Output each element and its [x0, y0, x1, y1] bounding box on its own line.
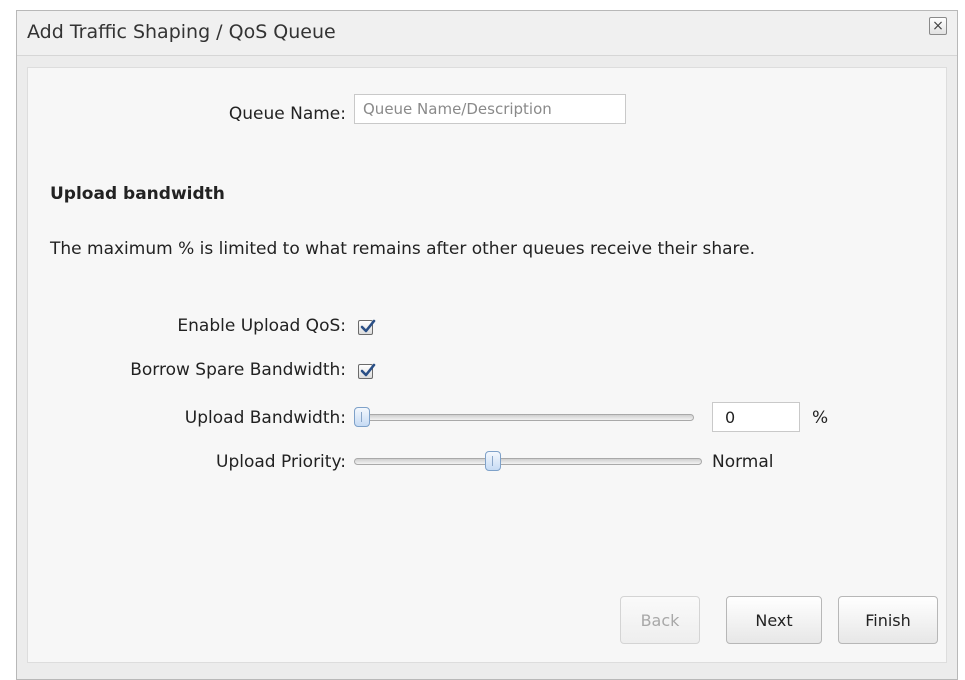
upload-priority-value: Normal	[712, 452, 774, 472]
queue-name-input[interactable]	[354, 94, 626, 124]
upload-priority-slider-handle[interactable]	[485, 451, 501, 471]
upload-priority-slider[interactable]	[354, 458, 702, 465]
upload-bandwidth-slider[interactable]	[354, 414, 694, 421]
checkmark-icon	[360, 363, 376, 377]
upload-bandwidth-slider-handle[interactable]	[354, 407, 370, 427]
next-button[interactable]: Next	[726, 596, 822, 644]
enable-upload-qos-checkbox[interactable]	[358, 319, 376, 335]
checkmark-icon	[360, 319, 376, 333]
qos-queue-dialog: Add Traffic Shaping / QoS Queue × Queue …	[16, 10, 958, 680]
back-button[interactable]: Back	[620, 596, 700, 644]
upload-bandwidth-label: Upload Bandwidth:	[184, 408, 346, 428]
close-icon[interactable]: ×	[929, 17, 947, 35]
percent-unit: %	[812, 408, 829, 428]
upload-bandwidth-input[interactable]	[712, 402, 800, 432]
queue-name-label: Queue Name:	[228, 104, 346, 124]
borrow-spare-bandwidth-checkbox[interactable]	[358, 363, 376, 379]
dialog-titlebar: Add Traffic Shaping / QoS Queue ×	[17, 11, 957, 56]
upload-priority-label: Upload Priority:	[216, 452, 346, 472]
dialog-title: Add Traffic Shaping / QoS Queue	[27, 21, 336, 43]
upload-description: The maximum % is limited to what remains…	[50, 239, 756, 259]
borrow-spare-bandwidth-label: Borrow Spare Bandwidth:	[130, 360, 346, 380]
enable-upload-qos-label: Enable Upload QoS:	[177, 316, 346, 336]
upload-bandwidth-heading: Upload bandwidth	[50, 184, 225, 204]
dialog-body: Queue Name: Upload bandwidth The maximum…	[27, 67, 947, 663]
finish-button[interactable]: Finish	[838, 596, 938, 644]
